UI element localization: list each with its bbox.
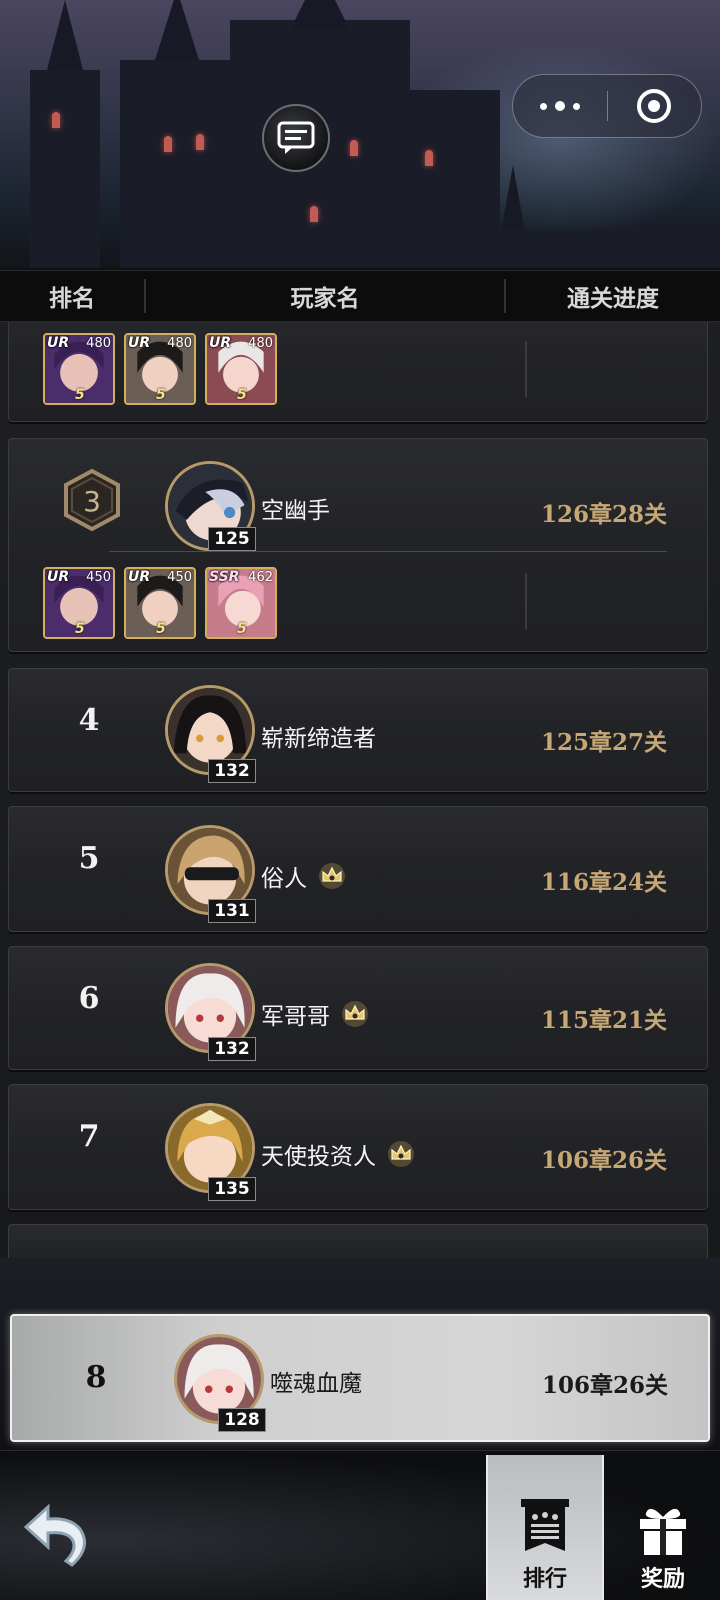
tab-ranking[interactable]: 排行 [486,1455,604,1600]
stage-progress: 116章24关 [540,869,667,896]
hero-card[interactable]: UR 480 5 [124,333,196,405]
stage-progress: 106章26关 [540,1147,667,1174]
castle-background [0,0,720,268]
gift-box-icon [640,1508,686,1555]
rank-number: 6 [78,981,100,1016]
hero-lineup: UR 480 5 UR 480 5 UR 480 5 [43,333,277,405]
stage-progress: 106章26关 [541,1372,668,1399]
more-dots-icon[interactable] [513,101,607,111]
tab-rewards[interactable]: 奖励 [604,1455,720,1600]
ranking-table-header: 排名 玩家名 通关进度 [0,270,720,322]
tab-ranking-label: 排行 [522,1566,567,1592]
rank-number: 5 [78,841,100,876]
rank-number: 4 [78,703,100,738]
back-arrow-icon[interactable] [22,1499,96,1573]
svg-text:3: 3 [83,485,101,518]
table-row[interactable]: 6 132 军哥哥 115章21关 [8,946,708,1070]
player-name: 俗人 [261,859,347,893]
rank-3-badge: 3 [64,469,120,531]
player-name: 空幽手 [261,498,330,524]
vip-crown-icon [342,1001,368,1027]
stage-progress: 126章28关 [540,501,667,528]
stage-progress: 125章27关 [540,729,667,756]
stage-progress: 115章21关 [540,1007,667,1034]
table-row[interactable]: 7 135 天使投资人 106章26关 [8,1084,708,1210]
vip-crown-icon [319,863,345,889]
hero-card[interactable]: UR 480 5 [43,333,115,405]
progress-column-header: 通关进度 [567,285,659,312]
tab-rewards-label: 奖励 [640,1566,685,1592]
rank-banner-icon [521,1499,569,1551]
rank-column-header: 排名 [0,279,146,313]
hero-card[interactable]: UR 450 5 [124,567,196,639]
hero-card[interactable]: UR 450 5 [43,567,115,639]
player-level: 125 [208,527,256,551]
player-level: 132 [208,1037,256,1061]
table-row[interactable]: 4 132 崭新缔造者 125章27关 [8,668,708,792]
player-level: 135 [208,1177,256,1201]
table-row[interactable] [8,1224,708,1258]
chat-button[interactable] [262,104,330,172]
chat-bubble-icon [277,121,315,154]
player-level: 132 [208,759,256,783]
player-column-header: 玩家名 [146,279,506,313]
mini-program-capsule [512,74,702,138]
my-rank-row[interactable]: 8 128 噬魂血魔 106章26关 [10,1314,710,1442]
player-name: 崭新缔造者 [261,726,376,752]
ranking-list[interactable]: UR 480 5 UR 480 5 UR 480 5 3 125 空幽手 126章28关 [0,322,720,1258]
table-row[interactable]: 3 125 空幽手 126章28关 UR 450 5 UR 450 5 SSR 462 5 [8,438,708,652]
player-level: 128 [218,1408,266,1432]
player-level: 131 [208,899,256,923]
bottom-bar: 排行 奖励 [0,1450,720,1600]
hero-card[interactable]: SSR 462 5 [205,567,277,639]
hero-card[interactable]: UR 480 5 [205,333,277,405]
target-close-icon[interactable] [608,89,702,123]
player-name: 噬魂血魔 [270,1371,362,1397]
rank-number: 7 [78,1119,100,1154]
hero-lineup: UR 450 5 UR 450 5 SSR 462 5 [43,567,277,639]
player-name: 军哥哥 [261,997,370,1031]
rank-number: 8 [85,1360,107,1395]
player-name: 天使投资人 [261,1137,416,1171]
vip-crown-icon [388,1141,414,1167]
table-row[interactable]: 5 131 俗人 116章24关 [8,806,708,932]
table-row[interactable]: UR 480 5 UR 480 5 UR 480 5 [8,322,708,422]
